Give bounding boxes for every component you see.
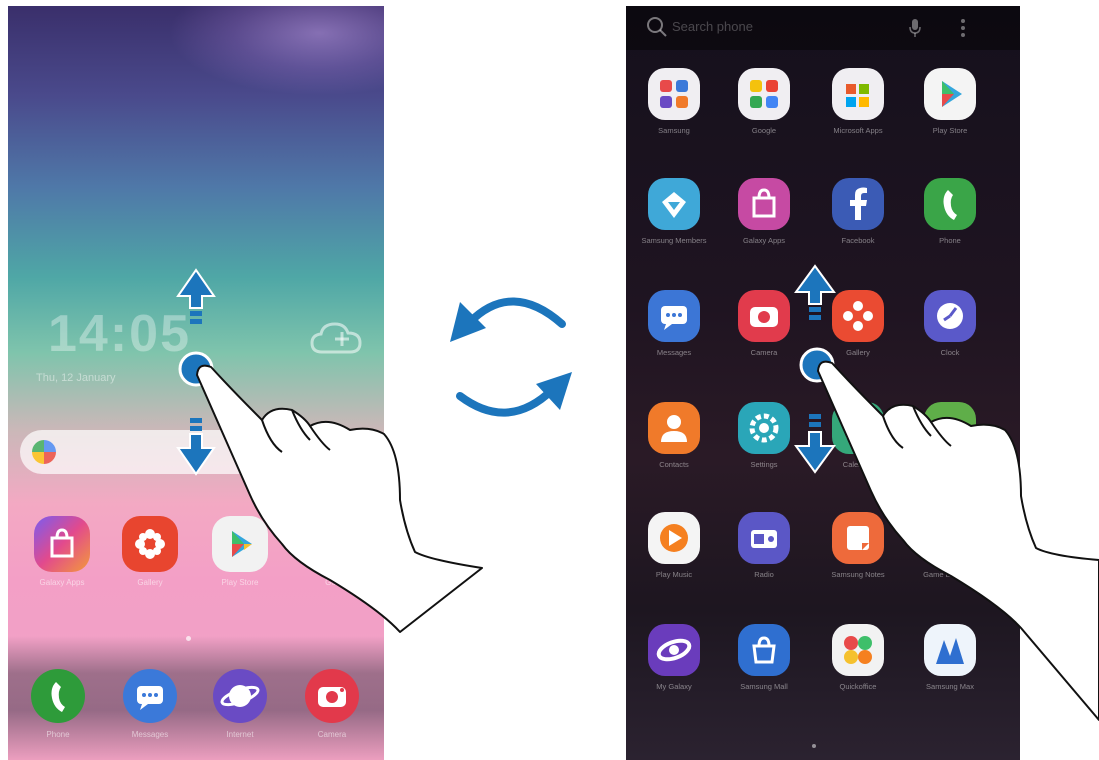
hand-icon (817, 360, 1099, 721)
gesture-overlay (176, 264, 1099, 721)
swipe-down-arrow (176, 418, 216, 476)
swipe-up-arrow (176, 268, 216, 324)
refresh-icon (450, 297, 572, 417)
swipe-up-arrow (794, 264, 836, 320)
hand-icon (196, 364, 483, 633)
swipe-down-arrow (794, 414, 836, 474)
